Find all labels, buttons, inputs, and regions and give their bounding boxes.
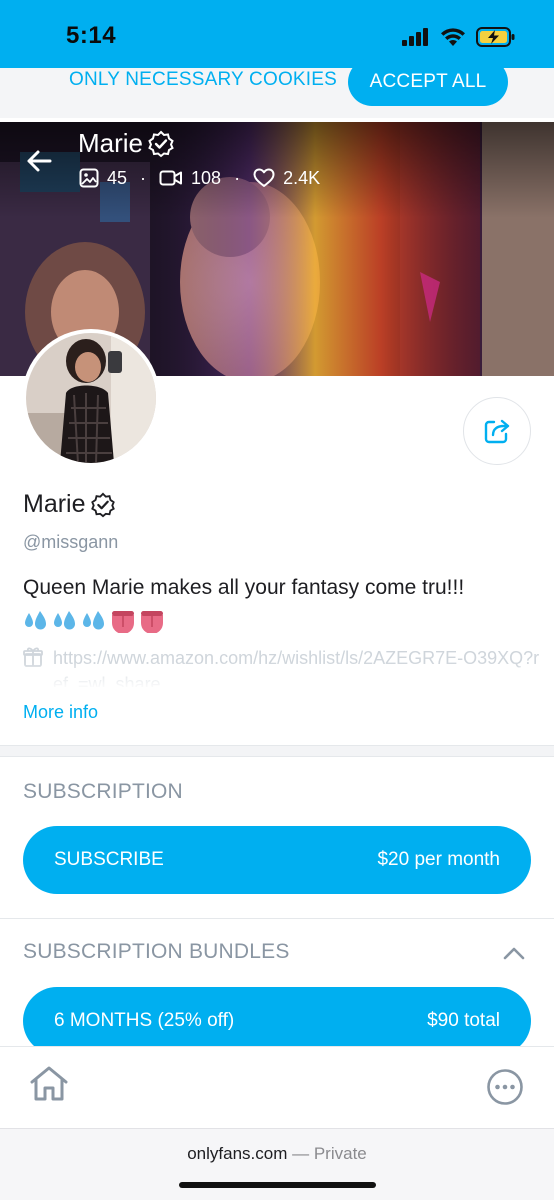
- profile-bio: Queen Marie makes all your fantasy come …: [23, 576, 465, 599]
- share-icon: [484, 419, 510, 444]
- share-button[interactable]: [463, 397, 531, 465]
- bio-emoji-row: [23, 609, 165, 633]
- profile-name-text: Marie: [23, 490, 86, 518]
- browser-url-bar[interactable]: [0, 1128, 554, 1200]
- cover-name-text: Marie: [78, 128, 144, 158]
- videos-stat: 108: [159, 168, 221, 189]
- tongue-icon: [112, 611, 134, 633]
- bottom-nav: [0, 1046, 554, 1128]
- section-divider: [0, 918, 554, 919]
- bundles-title: SUBSCRIPTION BUNDLES: [23, 940, 290, 963]
- section-divider: [0, 745, 554, 757]
- profile-name: Marie: [23, 490, 116, 519]
- video-icon: [159, 170, 183, 186]
- status-icons: [402, 24, 516, 50]
- videos-count: 108: [191, 167, 222, 188]
- only-necessary-cookies-button[interactable]: ONLY NECESSARY COOKIES: [69, 68, 337, 92]
- url-text[interactable]: onlyfans.com — Private: [0, 1144, 554, 1164]
- cover-header-name: Marie: [78, 128, 175, 159]
- sweat-droplets-icon: [54, 611, 75, 630]
- profile-handle: @missgann: [23, 532, 119, 552]
- status-time: 5:14: [66, 22, 117, 49]
- likes-stat: 2.4K: [253, 168, 320, 189]
- subscription-title: SUBSCRIPTION: [23, 780, 183, 803]
- battery-charging-icon: [476, 27, 515, 47]
- back-arrow-icon[interactable]: [24, 146, 54, 176]
- verified-badge-icon: [90, 492, 115, 517]
- private-mode-label: — Private: [292, 1144, 367, 1163]
- more-icon[interactable]: [486, 1068, 524, 1106]
- photos-count: 45: [107, 167, 128, 188]
- wishlist-fade: [0, 662, 554, 690]
- image-icon: [79, 168, 99, 188]
- sweat-droplets-icon: [83, 611, 104, 630]
- subscribe-button[interactable]: SUBSCRIBE $20 per month: [23, 826, 531, 894]
- subscribe-label: SUBSCRIBE: [54, 849, 164, 870]
- cover-stats: 45 · 108 · 2.4K: [79, 166, 320, 190]
- home-indicator[interactable]: [179, 1182, 376, 1188]
- accept-all-cookies-button[interactable]: ACCEPT ALL: [348, 58, 508, 106]
- photos-stat: 45: [79, 168, 127, 189]
- stats-separator: ·: [140, 168, 147, 188]
- avatar[interactable]: [22, 329, 160, 467]
- url-domain: onlyfans.com: [187, 1144, 288, 1163]
- subscribe-price: $20 per month: [377, 849, 500, 870]
- avatar-image: [26, 333, 156, 463]
- sweat-droplets-icon: [25, 611, 46, 630]
- home-icon[interactable]: [28, 1063, 70, 1105]
- verified-badge-icon: [148, 130, 174, 157]
- wifi-icon: [441, 27, 465, 46]
- bundle-label: 6 MONTHS (25% off): [54, 1010, 235, 1031]
- heart-icon: [253, 168, 275, 187]
- chevron-up-icon[interactable]: [502, 943, 526, 963]
- more-info-link[interactable]: More info: [23, 702, 98, 723]
- bundle-price: $90 total: [427, 1010, 500, 1031]
- bundle-6-months-button[interactable]: 6 MONTHS (25% off) $90 total: [23, 987, 531, 1055]
- likes-count: 2.4K: [283, 167, 321, 188]
- cellular-signal-icon: [402, 28, 428, 46]
- stats-separator: ·: [234, 168, 241, 188]
- tongue-icon: [141, 611, 163, 633]
